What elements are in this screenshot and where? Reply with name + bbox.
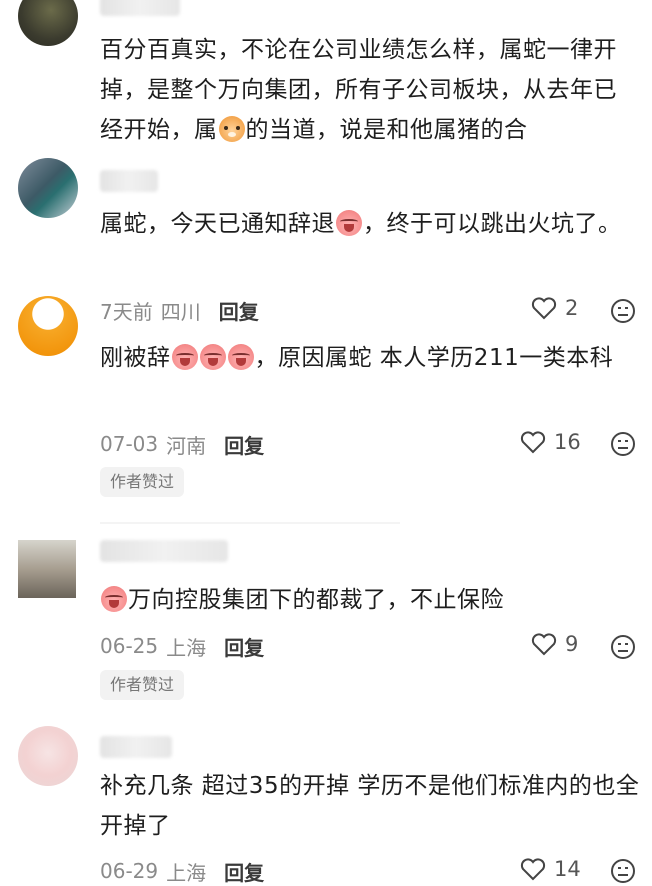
- crying-emoji-icon: [101, 586, 127, 612]
- comment-text-part: ，原因属蛇 本人学历211一类本科: [254, 345, 614, 371]
- dislike-face-icon[interactable]: [610, 858, 636, 884]
- avatar[interactable]: [18, 0, 78, 46]
- comment-text-part: 的当道，说是和他属猪的合: [245, 117, 528, 143]
- comment-location: 上海: [166, 635, 207, 660]
- like-count: 14: [554, 857, 581, 881]
- comment-location: 四川: [160, 299, 201, 324]
- comment-text-part: 刚被辞: [100, 345, 171, 371]
- crying-emoji-icon: [199, 344, 226, 370]
- crying-emoji-icon: [336, 210, 362, 236]
- comment-text-part: ，终于可以跳出火坑了。: [363, 211, 622, 237]
- comment-text: 刚被辞 ，原因属蛇 本人学历211一类本科: [100, 338, 640, 378]
- reply-button[interactable]: 回复: [224, 430, 264, 459]
- dislike-face-icon[interactable]: [610, 431, 636, 457]
- avatar[interactable]: [18, 540, 76, 598]
- divider: [100, 522, 400, 524]
- like-count: 9: [565, 632, 579, 656]
- comment-meta: 7天前 四川 回复: [100, 296, 259, 324]
- comment-text: 百分百真实，不论在公司业绩怎么样，属蛇一律开掉，是整个万向集团，所有子公司板块，…: [100, 30, 640, 150]
- username-blurred[interactable]: [100, 540, 228, 562]
- comment-text-part: 补充几条 超过35的开掉 学历不是他们标准内的也全开掉了: [100, 773, 640, 839]
- heart-icon: [531, 297, 557, 320]
- comment-date: 07-03: [100, 432, 159, 456]
- comment-text: 万向控股集团下的都裁了，不止保险: [100, 580, 640, 620]
- avatar[interactable]: [18, 296, 78, 356]
- like-count: 2: [565, 296, 579, 320]
- username-blurred[interactable]: [100, 0, 180, 16]
- like-count: 16: [554, 430, 581, 454]
- tiger-emoji-icon: [218, 116, 245, 142]
- heart-icon: [520, 431, 546, 454]
- comment-meta: 06-29 上海 回复: [100, 857, 264, 885]
- comment-date: 06-25: [100, 634, 159, 658]
- author-liked-badge: 作者赞过: [100, 670, 185, 700]
- comment-text: 补充几条 超过35的开掉 学历不是他们标准内的也全开掉了: [100, 766, 640, 846]
- dislike-face-icon[interactable]: [610, 634, 636, 660]
- comment-date: 7天前: [100, 299, 153, 324]
- crying-emoji-icon: [171, 344, 198, 370]
- like-button[interactable]: 16: [520, 430, 581, 454]
- author-liked-badge: 作者赞过: [100, 467, 185, 497]
- username-blurred[interactable]: [100, 736, 172, 758]
- comment-text: 属蛇，今天已通知辞退 ，终于可以跳出火坑了。: [100, 204, 640, 244]
- comment-location: 上海: [166, 860, 207, 885]
- like-button[interactable]: 14: [520, 857, 581, 881]
- reply-button[interactable]: 回复: [224, 857, 264, 886]
- avatar[interactable]: [18, 726, 78, 786]
- like-button[interactable]: 2: [531, 296, 578, 320]
- like-button[interactable]: 9: [531, 632, 578, 656]
- crying-emoji-icon: [227, 344, 254, 370]
- dislike-face-icon[interactable]: [610, 298, 636, 324]
- heart-icon: [531, 633, 557, 656]
- reply-button[interactable]: 回复: [224, 632, 264, 661]
- comment-location: 河南: [166, 433, 207, 458]
- avatar[interactable]: [18, 158, 78, 218]
- comment-date: 06-29: [100, 859, 159, 883]
- username-blurred[interactable]: [100, 170, 158, 192]
- comment-text-part: 万向控股集团下的都裁了，不止保险: [128, 587, 504, 613]
- comment-meta: 06-25 上海 回复: [100, 632, 264, 660]
- comment-meta: 07-03 河南 回复: [100, 430, 264, 458]
- heart-icon: [520, 858, 546, 881]
- reply-button[interactable]: 回复: [219, 296, 259, 325]
- comment-text-part: 属蛇，今天已通知辞退: [100, 211, 335, 237]
